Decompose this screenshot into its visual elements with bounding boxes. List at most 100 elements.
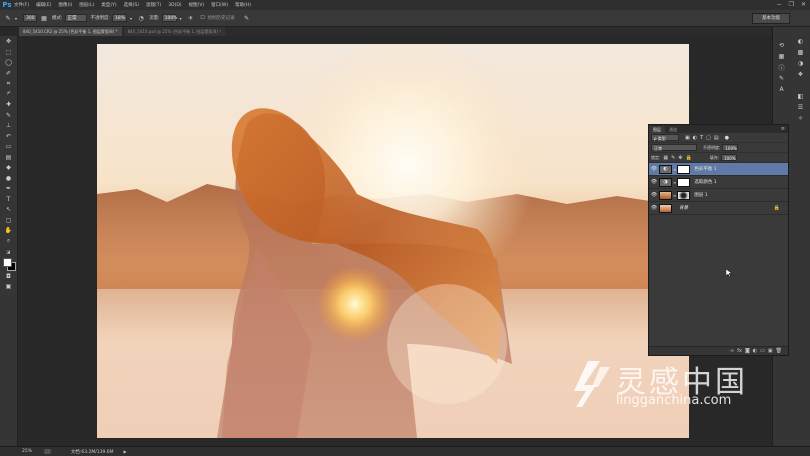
healing-brush-tool-icon[interactable]: ✚ (3, 100, 14, 109)
blend-mode-select[interactable]: 正常 (651, 144, 697, 151)
menu-view[interactable]: 视图(V) (189, 2, 205, 8)
marquee-tool-icon[interactable]: ⬚ (3, 48, 14, 57)
properties-panel-icon[interactable]: ▦ (777, 52, 786, 60)
layer-name[interactable]: 色彩平衡 1 (694, 166, 716, 172)
lock-all-icon[interactable]: 🔒 (686, 155, 692, 161)
brush-presets-icon[interactable]: ✎ (777, 74, 786, 82)
screen-mode-icon[interactable]: ▣ (3, 282, 14, 291)
flow-input[interactable]: 100% (161, 14, 177, 22)
layer-name[interactable]: 选取颜色 1 (694, 179, 716, 185)
gradient-tool-icon[interactable]: ▤ (3, 153, 14, 162)
filter-adjustment-icon[interactable]: ◐ (693, 135, 697, 141)
brush-size-picker[interactable]: 300 (23, 14, 37, 22)
foreground-color-swatch[interactable] (2, 257, 12, 267)
filter-shape-icon[interactable]: ▢ (706, 135, 711, 141)
visibility-eye-icon[interactable]: 👁 (649, 192, 659, 198)
color-panel-icon[interactable]: ◐ (796, 37, 805, 45)
visibility-eye-icon[interactable]: 👁 (649, 166, 659, 172)
menu-layer[interactable]: 图层(L) (79, 2, 94, 8)
mask-thumbnail[interactable] (677, 164, 691, 174)
menu-help[interactable]: 帮助(H) (235, 2, 251, 8)
doc-tab[interactable]: 840_5410.psd @ 25% (色彩平衡 1, 图层蒙版/8) * (123, 27, 226, 36)
layer-name[interactable]: 背景 (679, 205, 688, 211)
filter-pixel-icon[interactable]: ▣ (685, 135, 690, 141)
zoom-level[interactable]: 25% (22, 449, 42, 454)
menu-type[interactable]: 类型(Y) (101, 2, 116, 8)
crop-tool-icon[interactable]: ⌗ (3, 79, 14, 88)
lock-transparent-icon[interactable]: ▦ (663, 155, 668, 161)
workspace-switcher[interactable]: 基本功能 (752, 13, 790, 24)
quick-mask-icon[interactable]: ◘ (3, 272, 14, 281)
chevron-down-icon[interactable]: ▾ (177, 14, 185, 22)
rectangle-tool-icon[interactable]: ▢ (3, 216, 14, 225)
airbrush-icon[interactable]: ✈ (187, 14, 195, 22)
mask-thumbnail[interactable] (677, 177, 691, 187)
filter-toggle-icon[interactable]: ● (725, 135, 729, 141)
default-colors-icon[interactable]: ◪ (3, 247, 14, 256)
menu-3d[interactable]: 3D(D) (168, 3, 181, 8)
kind-filter-select[interactable]: ρ 类型 (651, 134, 679, 141)
chevron-down-icon[interactable]: ▾ (12, 14, 20, 22)
quick-select-tool-icon[interactable]: ✐ (3, 69, 14, 78)
paths-panel-icon[interactable]: ✧ (796, 114, 805, 122)
visibility-eye-icon[interactable]: 👁 (649, 205, 659, 211)
history-brush-tool-icon[interactable]: ↶ (3, 132, 14, 141)
menu-edit[interactable]: 编辑(E) (36, 2, 51, 8)
path-select-tool-icon[interactable]: ↖ (3, 205, 14, 214)
info-panel-icon[interactable]: ⓘ (777, 63, 786, 72)
channels-panel-icon[interactable]: ☰ (796, 103, 805, 111)
eraser-tool-icon[interactable]: ▭ (3, 142, 14, 151)
menu-window[interactable]: 窗口(W) (211, 2, 228, 8)
tab-layers[interactable]: 图层 (649, 126, 665, 133)
panel-menu-icon[interactable]: ≡ (781, 126, 785, 132)
layer-row[interactable]: 👁 背景 🔒 (649, 202, 788, 215)
visibility-eye-icon[interactable]: 👁 (649, 179, 659, 185)
fill-input[interactable]: 100% (721, 154, 738, 161)
layer-opacity-input[interactable]: 100% (722, 144, 739, 151)
mask-thumbnail[interactable] (677, 190, 691, 200)
hand-tool-icon[interactable]: ✋ (3, 226, 14, 235)
lock-position-icon[interactable]: ✥ (678, 155, 682, 161)
history-checkbox[interactable]: ☐ (199, 14, 207, 22)
layer-name[interactable]: 图层 1 (694, 192, 707, 198)
character-panel-icon[interactable]: A (777, 85, 786, 93)
pressure-opacity-icon[interactable]: ◔ (137, 14, 145, 22)
filter-smart-object-icon[interactable]: ▤ (714, 135, 719, 141)
adjustments-panel-icon[interactable]: ◑ (796, 59, 805, 67)
history-panel-icon[interactable]: ⟲ (777, 41, 786, 49)
lasso-tool-icon[interactable]: ◯ (3, 58, 14, 67)
brush-panel-icon[interactable]: ▦ (40, 14, 48, 22)
brush-tool-icon[interactable]: ✎ (3, 111, 14, 120)
lock-pixels-icon[interactable]: ✎ (671, 155, 675, 161)
menu-select[interactable]: 选择(S) (124, 2, 139, 8)
tab-channels[interactable]: 通道 (665, 126, 681, 133)
layer-row[interactable]: 👁 ◑ ∞ 选取颜色 1 (649, 176, 788, 189)
menu-filter[interactable]: 滤镜(T) (146, 2, 161, 8)
move-tool-icon[interactable]: ✥ (3, 37, 14, 46)
mode-select[interactable]: 正常 (64, 14, 87, 22)
minimize-button[interactable]: − (777, 1, 782, 8)
menu-image[interactable]: 图像(I) (58, 2, 72, 8)
zoom-tool-icon[interactable]: ⌕ (3, 237, 14, 246)
dodge-tool-icon[interactable]: ● (3, 174, 14, 183)
styles-panel-icon[interactable]: ❖ (796, 70, 805, 78)
pressure-size-icon[interactable]: ✎ (243, 14, 251, 22)
eyedropper-tool-icon[interactable]: ⌿ (3, 90, 14, 99)
layers-panel-icon[interactable]: ◧ (796, 92, 805, 100)
filter-type-icon[interactable]: T (700, 135, 703, 141)
clone-stamp-tool-icon[interactable]: ⊥ (3, 121, 14, 130)
swatches-panel-icon[interactable]: ▩ (796, 48, 805, 56)
status-menu-arrow-icon[interactable]: ▶ (124, 449, 127, 454)
foreground-background-swatch[interactable] (2, 257, 16, 271)
close-button[interactable]: ✕ (801, 1, 806, 8)
doc-info-icon[interactable]: ⛶ (44, 449, 51, 454)
layer-row[interactable]: 👁 ◐ ∞ 色彩平衡 1 (649, 163, 788, 176)
menu-file[interactable]: 文件(F) (14, 2, 29, 8)
opacity-input[interactable]: 18% (112, 14, 128, 22)
blur-tool-icon[interactable]: ◆ (3, 163, 14, 172)
chevron-down-icon[interactable]: ▾ (127, 14, 135, 22)
type-tool-icon[interactable]: T (3, 195, 14, 204)
restore-button[interactable]: ❐ (789, 1, 794, 8)
layer-row[interactable]: 👁 ∞ 图层 1 (649, 189, 788, 202)
doc-tab-active[interactable]: 840_5410.CR2 @ 25% (色彩平衡 1, 图层蒙版/8) * (19, 27, 122, 36)
